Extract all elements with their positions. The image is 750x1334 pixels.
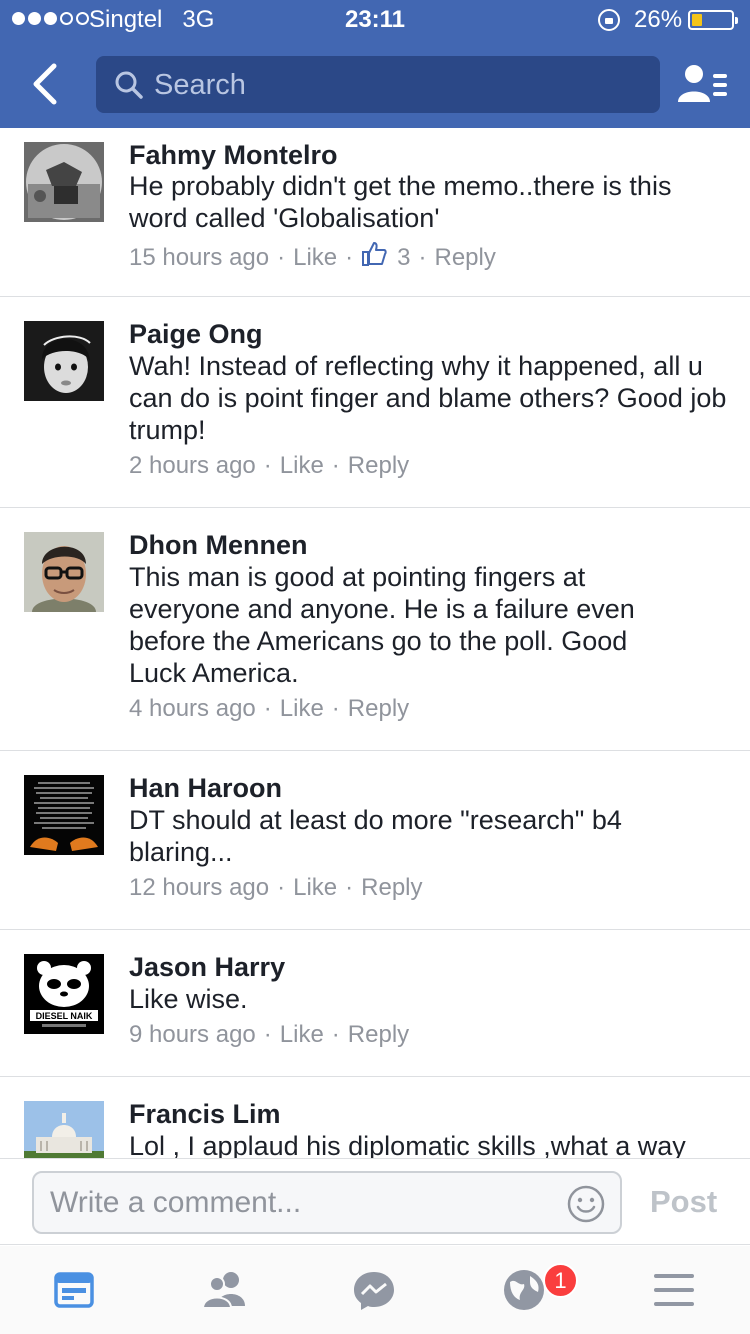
comment-input[interactable]: Write a comment... (32, 1171, 622, 1234)
reply-link[interactable]: Reply (348, 695, 409, 723)
like-reaction-icon (361, 241, 387, 274)
like-link[interactable]: Like (280, 1021, 324, 1049)
comment-author[interactable]: Dhon Mennen (129, 530, 307, 561)
comment-meta: 4 hours ago · Like · Reply (129, 695, 410, 723)
comment-text: Wah! Instead of reflecting why it happen… (129, 351, 727, 445)
avatar[interactable] (24, 142, 104, 222)
like-link[interactable]: Like (280, 695, 324, 723)
comment-meta: 9 hours ago · Like · Reply (129, 1021, 410, 1049)
comment-meta: 12 hours ago · Like · Reply (129, 874, 423, 902)
comment-input-placeholder: Write a comment... (50, 1186, 302, 1219)
tab-news-feed[interactable] (50, 1266, 102, 1314)
reply-link[interactable]: Reply (435, 244, 496, 272)
comment-meta: 2 hours ago · Like · Reply (129, 452, 410, 480)
reply-link[interactable]: Reply (361, 874, 422, 902)
friend-list-icon (678, 65, 727, 102)
comment-timestamp: 2 hours ago (129, 452, 256, 479)
comment-text: Lol , I applaud his diplomatic skills ,w… (129, 1131, 686, 1158)
battery-percent: 26% (634, 6, 683, 33)
comment-item: Fahmy Montelro He probably didn't get th… (0, 128, 750, 297)
comment-item: Francis Lim Lol , I applaud his diplomat… (0, 1077, 750, 1158)
battery-icon (688, 10, 738, 30)
comment-item: Han Haroon DT should at least do more "r… (0, 751, 750, 930)
messenger-icon (354, 1272, 394, 1310)
comment-author[interactable]: Han Haroon (129, 773, 282, 804)
menu-icon (654, 1274, 694, 1306)
comment-author[interactable]: Paige Ong (129, 319, 263, 350)
avatar[interactable]: DIESEL NAIK (24, 954, 104, 1034)
comment-item: Dhon Mennen This man is good at pointing… (0, 508, 750, 751)
sticker-smiley-icon[interactable] (566, 1184, 606, 1224)
comment-meta: 15 hours ago · Like · 3 · Reply (129, 241, 496, 274)
chevron-left-icon (33, 63, 57, 105)
notifications-globe-icon (504, 1270, 544, 1310)
avatar[interactable] (24, 532, 104, 612)
reaction-count[interactable]: 3 (397, 244, 410, 272)
tab-friends[interactable] (199, 1266, 251, 1314)
like-link[interactable]: Like (293, 244, 337, 272)
comment-item: Paige Ong Wah! Instead of reflecting why… (0, 297, 750, 508)
avatar[interactable] (24, 1101, 104, 1158)
rotation-lock-icon (598, 9, 620, 31)
reply-link[interactable]: Reply (348, 452, 409, 480)
comment-text: He probably didn't get the memo..there i… (129, 171, 672, 233)
avatar[interactable] (24, 775, 104, 855)
like-link[interactable]: Like (293, 874, 337, 902)
back-button[interactable] (26, 62, 66, 106)
comment-text: This man is good at pointing fingers at … (129, 562, 635, 688)
comment-item: DIESEL NAIK Jason Harry Like wise. 9 hou… (0, 930, 750, 1077)
comment-composer: Write a comment... Post (0, 1158, 750, 1245)
tab-menu[interactable] (650, 1266, 702, 1314)
comments-list[interactable]: Fahmy Montelro He probably didn't get th… (0, 128, 750, 1158)
comment-timestamp: 15 hours ago (129, 243, 270, 271)
search-placeholder: Search (154, 69, 246, 101)
comment-author[interactable]: Francis Lim (129, 1099, 281, 1130)
top-bar: Singtel 3G 23:11 26% Search (0, 0, 750, 128)
comment-author[interactable]: Fahmy Montelro (129, 140, 338, 171)
friend-list-button[interactable] (676, 62, 730, 106)
friends-icon (201, 1272, 245, 1309)
tab-bar (0, 1246, 750, 1334)
avatar[interactable] (24, 321, 104, 401)
news-feed-icon (54, 1272, 94, 1308)
status-bar: Singtel 3G 23:11 26% (0, 0, 750, 40)
post-button[interactable]: Post (650, 1184, 717, 1220)
comment-timestamp: 12 hours ago (129, 874, 270, 901)
tab-messenger[interactable] (350, 1266, 402, 1314)
comment-text: Like wise. (129, 984, 248, 1014)
search-icon (115, 71, 143, 99)
comment-text: DT should at least do more "research" b4… (129, 805, 622, 867)
like-link[interactable]: Like (280, 452, 324, 480)
search-input[interactable]: Search (96, 56, 660, 113)
avatar-logo-text: DIESEL NAIK (36, 1011, 93, 1021)
comment-timestamp: 9 hours ago (129, 1021, 256, 1048)
comment-author[interactable]: Jason Harry (129, 952, 285, 983)
comment-timestamp: 4 hours ago (129, 695, 256, 722)
notification-badge: 1 (543, 1263, 578, 1298)
reply-link[interactable]: Reply (348, 1021, 409, 1049)
